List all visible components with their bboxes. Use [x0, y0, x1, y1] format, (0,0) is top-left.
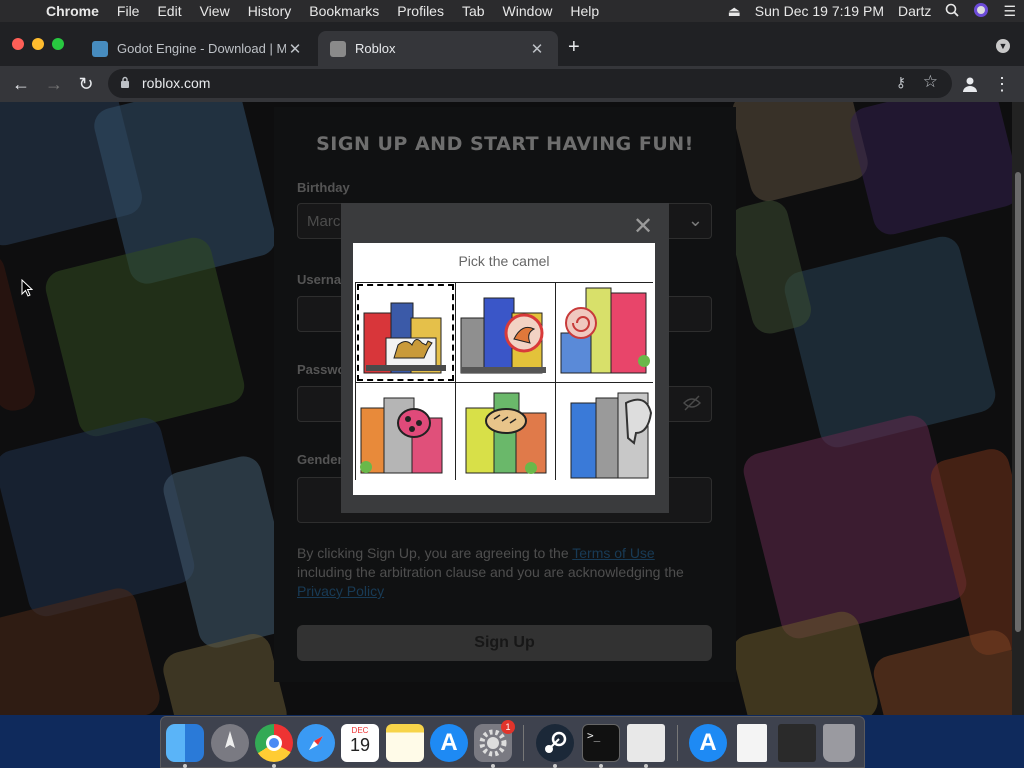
- tab-title: Godot Engine - Download | Ma: [117, 41, 286, 56]
- menu-help[interactable]: Help: [562, 3, 609, 19]
- menu-view[interactable]: View: [192, 3, 240, 19]
- page-scrollbar[interactable]: [1012, 102, 1024, 715]
- captcha-tile-snail[interactable]: [556, 283, 655, 382]
- siri-icon[interactable]: [973, 2, 989, 21]
- chrome-menu-icon[interactable]: ⋮: [990, 72, 1014, 96]
- roblox-favicon-icon: [330, 40, 346, 57]
- profile-avatar-icon[interactable]: [958, 72, 982, 96]
- close-window-button[interactable]: [12, 38, 24, 50]
- url-text[interactable]: roblox.com: [142, 75, 210, 91]
- document-icon[interactable]: [737, 724, 767, 762]
- tab-godot[interactable]: Godot Engine - Download | Ma ✕: [80, 31, 316, 66]
- close-tab-icon[interactable]: ✕: [528, 40, 546, 58]
- calendar-month: DEC: [351, 726, 369, 735]
- maximize-window-button[interactable]: [52, 38, 64, 50]
- terminal-icon[interactable]: >_: [582, 724, 620, 762]
- tab-strip: Godot Engine - Download | Ma ✕ Roblox ✕ …: [0, 22, 1024, 66]
- app-store-icon[interactable]: A: [430, 724, 468, 762]
- tab-title: Roblox: [355, 41, 396, 56]
- camel-city-image-icon: [363, 302, 446, 374]
- preview-icon[interactable]: [627, 724, 665, 762]
- back-arrow-icon[interactable]: ←: [9, 72, 33, 96]
- menu-bookmarks[interactable]: Bookmarks: [301, 3, 389, 19]
- kangaroo-city-image-icon: [460, 297, 546, 374]
- menu-bar: Chrome File Edit View History Bookmarks …: [0, 0, 1024, 22]
- captcha-tile-ladybug[interactable]: [356, 383, 455, 482]
- dock: DEC 19 A 1 >_ A: [160, 716, 865, 768]
- menu-edit[interactable]: Edit: [149, 3, 191, 19]
- chrome-app-icon[interactable]: [255, 724, 293, 762]
- screenshot-icon[interactable]: [778, 724, 816, 762]
- captcha-tile-elephant[interactable]: [556, 383, 655, 482]
- window-controls: [12, 38, 64, 50]
- browser-toolbar: ← → ↻ roblox.com ⚷ ☆ ⋮: [0, 66, 1024, 102]
- control-center-icon[interactable]: ☰: [1003, 3, 1016, 20]
- tab-roblox[interactable]: Roblox ✕: [318, 31, 558, 66]
- eject-icon[interactable]: ⏏: [728, 3, 741, 20]
- captcha-grid: [355, 282, 655, 482]
- mouse-cursor-icon: [21, 279, 33, 297]
- launchpad-icon[interactable]: [211, 724, 249, 762]
- captcha-tile-kangaroo[interactable]: [456, 283, 555, 382]
- menu-file[interactable]: File: [109, 3, 150, 19]
- reload-icon[interactable]: ↻: [74, 72, 98, 96]
- menu-app-name[interactable]: Chrome: [38, 3, 109, 19]
- desktop-background: DEC 19 A 1 >_ A: [0, 715, 1024, 768]
- captcha-tile-bread[interactable]: [456, 383, 555, 482]
- captcha-modal: ✕ Pick the camel: [341, 203, 669, 513]
- menu-history[interactable]: History: [240, 3, 302, 19]
- menu-profiles[interactable]: Profiles: [389, 3, 454, 19]
- close-icon[interactable]: ✕: [633, 215, 653, 239]
- forward-arrow-icon[interactable]: →: [42, 72, 66, 96]
- elephant-city-image-icon: [570, 392, 653, 479]
- passwords-key-icon[interactable]: ⚷: [896, 74, 906, 91]
- snail-city-image-icon: [560, 287, 650, 374]
- menu-user[interactable]: Dartz: [898, 3, 931, 19]
- calendar-icon[interactable]: DEC 19: [341, 724, 379, 762]
- safari-compass-icon[interactable]: [297, 724, 335, 762]
- spotlight-search-icon[interactable]: [945, 3, 960, 20]
- menu-tab[interactable]: Tab: [454, 3, 495, 19]
- tab-search-chevron-icon[interactable]: ▼: [996, 39, 1010, 53]
- captcha-tile-camel[interactable]: [356, 283, 455, 382]
- lock-icon[interactable]: [120, 76, 130, 88]
- menu-window[interactable]: Window: [495, 3, 563, 19]
- steam-icon[interactable]: [536, 724, 574, 762]
- close-tab-icon[interactable]: ✕: [286, 40, 304, 58]
- notification-badge: 1: [501, 720, 515, 734]
- captcha-prompt: Pick the camel: [458, 253, 550, 269]
- menu-clock[interactable]: Sun Dec 19 7:19 PM: [755, 3, 884, 19]
- godot-favicon-icon: [92, 40, 108, 57]
- captcha-challenge: Pick the camel: [353, 243, 655, 495]
- address-bar[interactable]: roblox.com ⚷ ☆: [108, 69, 952, 98]
- notes-icon[interactable]: [386, 724, 424, 762]
- calendar-day: 19: [349, 735, 371, 755]
- app-store-folder-icon[interactable]: A: [689, 724, 727, 762]
- scrollbar-thumb[interactable]: [1015, 172, 1021, 632]
- finder-icon[interactable]: [166, 724, 204, 762]
- new-tab-plus-icon[interactable]: +: [568, 36, 580, 59]
- roblox-page: SIGN UP AND START HAVING FUN! Birthday M…: [0, 102, 1012, 715]
- bread-city-image-icon: [465, 392, 547, 474]
- ladybug-city-image-icon: [360, 397, 443, 474]
- trash-icon[interactable]: [823, 724, 855, 762]
- minimize-window-button[interactable]: [32, 38, 44, 50]
- bookmark-star-icon[interactable]: ☆: [923, 72, 938, 92]
